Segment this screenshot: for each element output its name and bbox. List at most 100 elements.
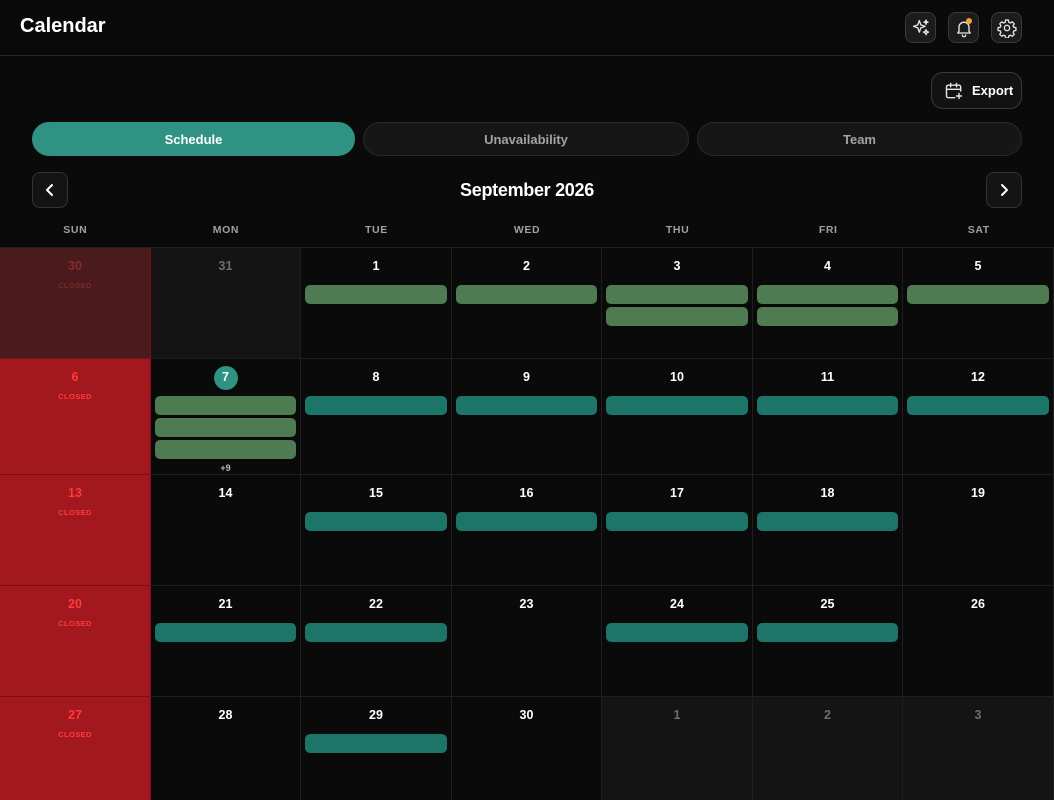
tab-unavailability[interactable]: Unavailability [363, 122, 689, 156]
event-bar[interactable] [155, 440, 296, 459]
weekday-header-row: SUN MON TUE WED THU FRI SAT [0, 224, 1054, 240]
day-number: 12 [971, 370, 985, 384]
day-cell[interactable]: 15 [301, 475, 452, 586]
event-bar[interactable] [155, 418, 296, 437]
event-bar[interactable] [907, 285, 1049, 304]
day-number: 20 [68, 597, 82, 611]
day-cell[interactable]: 30 CLOSED [0, 248, 151, 359]
export-button[interactable]: Export [931, 72, 1022, 109]
day-cell[interactable]: 1 [301, 248, 452, 359]
weekday-label: SAT [967, 224, 990, 236]
notifications-button[interactable] [948, 12, 979, 43]
event-bar[interactable] [757, 396, 898, 415]
event-bar[interactable] [305, 285, 447, 304]
day-cell[interactable]: 3 [602, 248, 753, 359]
day-number: 25 [820, 597, 835, 611]
day-cell[interactable]: 6 CLOSED [0, 359, 151, 475]
day-cell[interactable]: 23 [452, 586, 602, 697]
day-number: 23 [519, 597, 534, 611]
event-bar[interactable] [757, 512, 898, 531]
day-cell[interactable]: 28 [151, 697, 301, 800]
day-cell[interactable]: 9 [452, 359, 602, 475]
day-cell[interactable]: 5 [903, 248, 1054, 359]
day-cell[interactable]: 7 +9 [151, 359, 301, 475]
event-bar[interactable] [757, 285, 898, 304]
day-cell[interactable]: 10 [602, 359, 753, 475]
tab-team[interactable]: Team [697, 122, 1022, 156]
day-cell[interactable]: 21 [151, 586, 301, 697]
event-bar[interactable] [606, 623, 748, 642]
day-cell[interactable]: 22 [301, 586, 452, 697]
closed-label: CLOSED [58, 619, 92, 628]
tab-schedule[interactable]: Schedule [32, 122, 355, 156]
event-bar[interactable] [757, 307, 898, 326]
event-bar[interactable] [456, 285, 597, 304]
day-cell[interactable]: 1 [602, 697, 753, 800]
app-header: Calendar [0, 0, 1054, 56]
chevron-right-icon [1001, 184, 1008, 196]
day-cell[interactable]: 3 [903, 697, 1054, 800]
day-cell[interactable]: 19 [903, 475, 1054, 586]
day-number: 2 [824, 708, 831, 722]
day-number: 17 [670, 486, 684, 500]
day-cell[interactable]: 31 [151, 248, 301, 359]
day-number: 16 [519, 486, 534, 500]
weekday-label: THU [665, 224, 690, 236]
event-bar[interactable] [305, 734, 447, 753]
day-number: 7 [222, 370, 229, 384]
weekday-label: TUE [365, 224, 388, 236]
event-bar[interactable] [606, 396, 748, 415]
day-cell[interactable]: 29 [301, 697, 452, 800]
closed-label: CLOSED [58, 281, 92, 290]
day-cell[interactable]: 18 [753, 475, 903, 586]
day-cell[interactable]: 20 CLOSED [0, 586, 151, 697]
day-number: 28 [218, 708, 233, 722]
month-title: September 2026 [460, 180, 594, 200]
day-cell[interactable]: 2 [753, 697, 903, 800]
day-cell[interactable]: 30 [452, 697, 602, 800]
day-number: 9 [523, 370, 530, 384]
day-cell[interactable]: 12 [903, 359, 1054, 475]
day-number: 6 [71, 370, 79, 384]
day-cell[interactable]: 17 [602, 475, 753, 586]
day-number: 4 [824, 259, 831, 273]
day-cell[interactable]: 13 CLOSED [0, 475, 151, 586]
event-bar[interactable] [456, 396, 597, 415]
calendar-plus-icon [945, 82, 963, 99]
day-number: 26 [971, 597, 985, 611]
event-bar[interactable] [305, 623, 447, 642]
month-grid: 30 CLOSED 31 1 2 3 4 5 6 CLOSED 7 +9 8 9 10 11 12 13 CLOSE… [0, 247, 1054, 800]
day-number: 18 [820, 486, 835, 500]
event-bar[interactable] [305, 396, 447, 415]
day-cell[interactable]: 14 [151, 475, 301, 586]
day-cell[interactable]: 11 [753, 359, 903, 475]
event-bar[interactable] [907, 396, 1049, 415]
next-month-button[interactable] [986, 172, 1022, 208]
more-events-link[interactable]: +9 [151, 463, 300, 473]
sparkles-icon [912, 18, 929, 35]
day-number: 14 [218, 486, 233, 500]
day-number: 24 [670, 597, 684, 611]
settings-button[interactable] [991, 12, 1022, 43]
day-cell[interactable]: 16 [452, 475, 602, 586]
day-cell[interactable]: 2 [452, 248, 602, 359]
event-bar[interactable] [305, 512, 447, 531]
day-number: 31 [218, 259, 233, 273]
day-number: 1 [673, 708, 681, 722]
event-bar[interactable] [456, 512, 597, 531]
event-bar[interactable] [155, 396, 296, 415]
event-bar[interactable] [606, 285, 748, 304]
day-cell[interactable]: 24 [602, 586, 753, 697]
ai-assistant-button[interactable] [905, 12, 936, 43]
day-cell[interactable]: 26 [903, 586, 1054, 697]
day-cell[interactable]: 8 [301, 359, 452, 475]
event-bar[interactable] [606, 307, 748, 326]
event-bar[interactable] [155, 623, 296, 642]
day-cell[interactable]: 25 [753, 586, 903, 697]
day-number: 3 [974, 708, 982, 722]
closed-label: CLOSED [58, 392, 92, 401]
day-cell[interactable]: 27 CLOSED [0, 697, 151, 800]
event-bar[interactable] [757, 623, 898, 642]
event-bar[interactable] [606, 512, 748, 531]
day-cell[interactable]: 4 [753, 248, 903, 359]
